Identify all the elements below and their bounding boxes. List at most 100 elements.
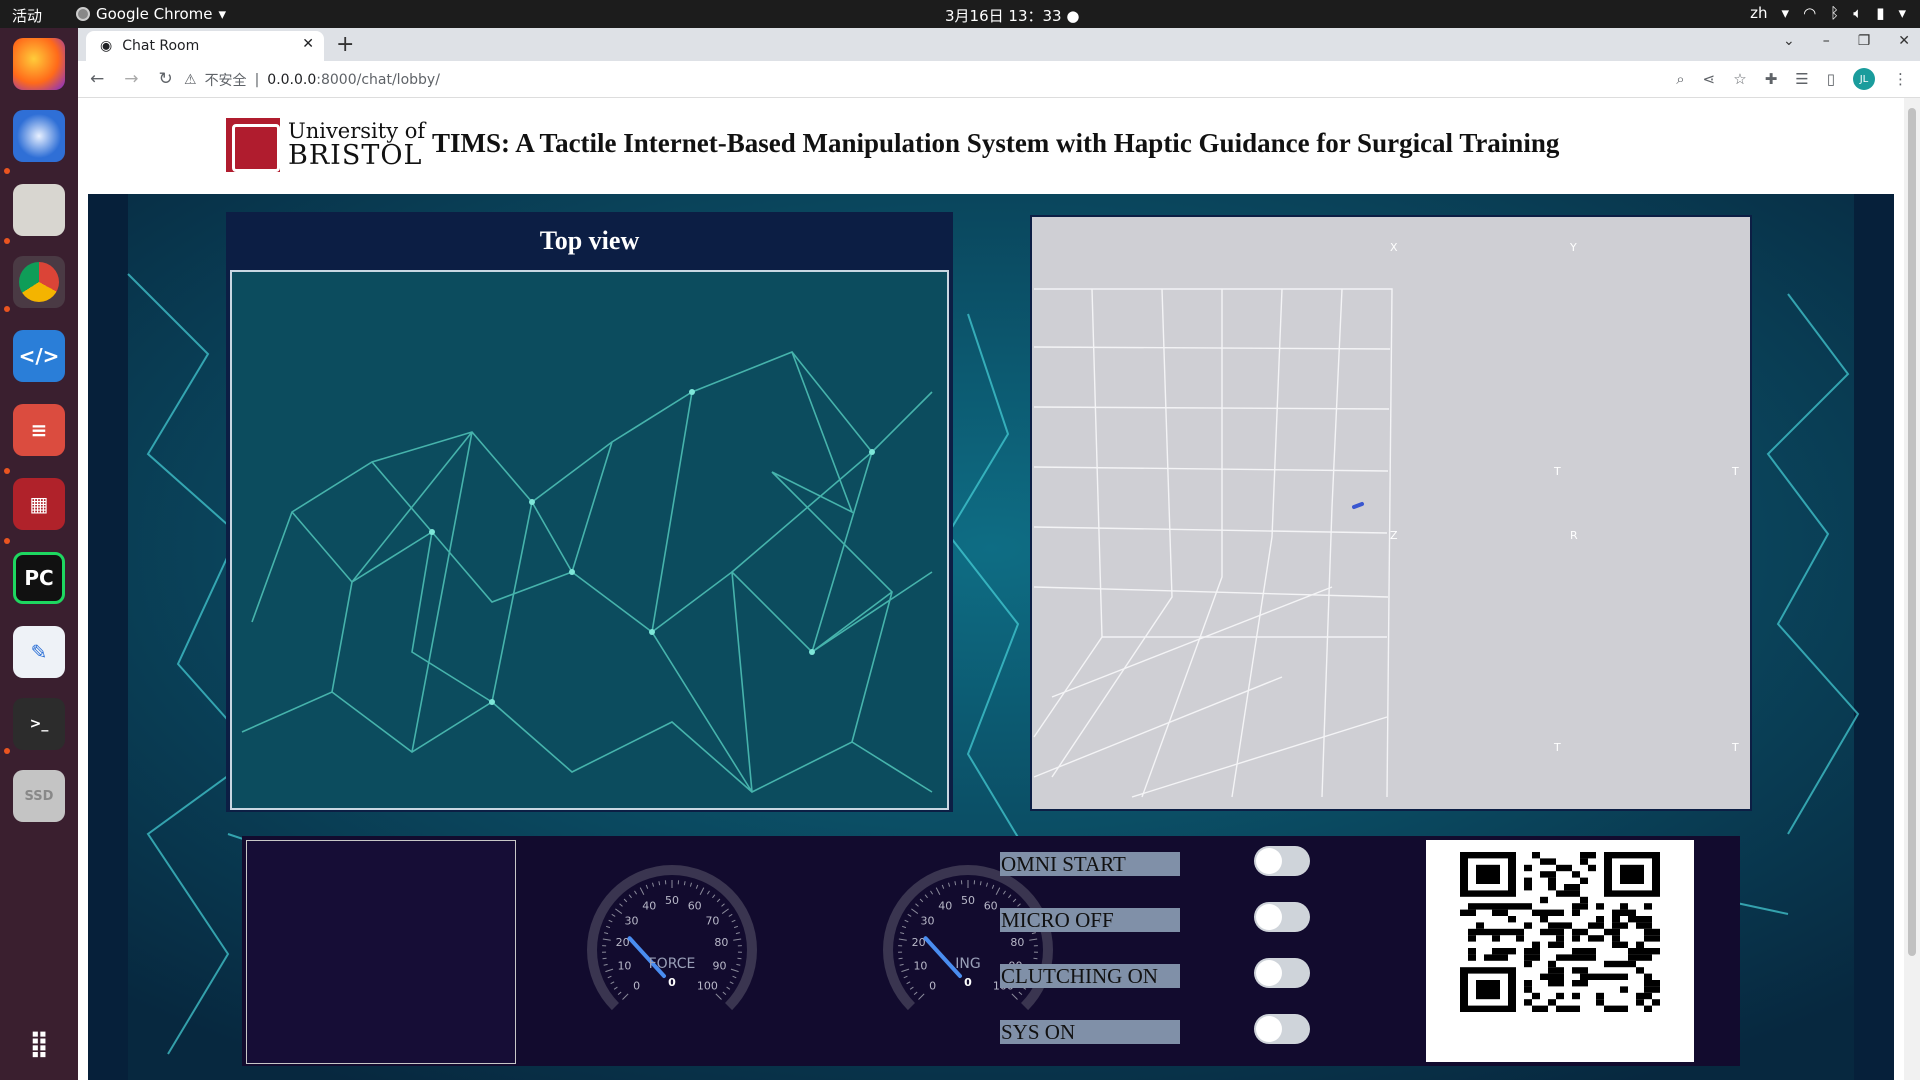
axis-label-t: T (1732, 741, 1739, 754)
gauge-tick (716, 898, 721, 903)
text-editor-icon[interactable]: ✎ (13, 626, 65, 678)
axis-label-t: T (1554, 465, 1561, 478)
scrollbar-thumb[interactable] (1908, 108, 1916, 956)
gauge-tick (1008, 894, 1012, 899)
system-top-bar: 活动 Google Chrome ▾ 3月16日 13：33 ● zh ▾ ◠ … (0, 0, 1920, 28)
clutching-on-toggle[interactable] (1254, 958, 1310, 988)
gauge-dial: 010203040 50 60708090100FORCE0 (587, 865, 757, 1011)
thunderbird-icon[interactable] (13, 110, 65, 162)
running-indicator (4, 468, 10, 474)
address-bar[interactable]: ⚠ 不安全 | 0.0.0.0:8000/chat/lobby/ (184, 66, 1744, 94)
activities-button[interactable]: 活动 (12, 5, 42, 26)
menu-icon[interactable]: ⋮ (1893, 70, 1908, 88)
extensions-icon[interactable]: ✚ (1765, 70, 1778, 88)
gauge-tick (619, 903, 623, 907)
chrome-dock-icon[interactable] (13, 256, 65, 308)
gauge-tick (899, 963, 904, 966)
sys-on-label: SYS ON (1000, 1020, 1180, 1044)
page-scrollbar[interactable] (1904, 98, 1920, 1080)
gauge-tick (954, 881, 957, 886)
restore-icon[interactable]: ❐ (1858, 33, 1871, 49)
gauge-tick (1011, 993, 1018, 1000)
gauge-tick (728, 913, 733, 917)
gauge-tick (995, 887, 1001, 895)
gauge-tick (985, 882, 989, 887)
network-image (232, 272, 947, 808)
reload-icon[interactable]: ↻ (159, 69, 173, 89)
micro-off-label: MICRO OFF (1000, 908, 1180, 932)
gauge-tick (979, 881, 982, 886)
tab-chat-room[interactable]: ◉ Chat Room ✕ (86, 31, 324, 61)
gauge-tick (615, 908, 623, 914)
gauge-tick (611, 913, 616, 917)
gauge-tick (901, 968, 910, 973)
divider: | (254, 72, 260, 88)
forward-icon[interactable]: → (124, 69, 138, 89)
url-host: 0.0.0.0 (267, 72, 317, 88)
system-tray[interactable]: zh ▾ ◠ ᛒ 🔈︎ ▮ ▾ (1750, 4, 1906, 22)
clock[interactable]: 3月16日 13：33 ● (945, 5, 1079, 26)
ssd-drive-icon[interactable]: SSD (13, 770, 65, 822)
3d-trajectory-plot[interactable]: X Y T T Z R T T (1030, 215, 1752, 811)
warning-icon[interactable]: ⚠ (184, 72, 197, 88)
chrome-icon (76, 7, 90, 21)
side-panel-icon[interactable]: ▯ (1827, 70, 1835, 88)
tab-title: Chat Room (122, 38, 200, 54)
axis-label-r: R (1570, 529, 1578, 542)
bookmark-star-icon[interactable]: ☆ (1733, 70, 1746, 88)
clock-label: 3月16日 13：33 (945, 7, 1062, 25)
gauge-tick (913, 991, 918, 996)
camera-image (246, 840, 516, 1064)
qr-code (1426, 840, 1694, 1062)
security-label: 不安全 (204, 73, 247, 89)
close-window-icon[interactable]: ✕ (1898, 33, 1910, 49)
gauge-tick (1002, 890, 1006, 895)
reading-list-icon[interactable]: ☰ (1795, 70, 1808, 88)
terminal-icon[interactable]: >_ (13, 698, 65, 750)
todoist-icon[interactable]: ≡ (13, 404, 65, 456)
gauge-tick-label: 50 (665, 894, 679, 907)
running-indicator (4, 538, 10, 544)
axis-label-t: T (1554, 741, 1561, 754)
back-icon[interactable]: ← (90, 69, 104, 89)
profile-avatar[interactable]: JL (1853, 68, 1875, 90)
gauge-label: FORCE (649, 956, 696, 972)
gauge-tick (651, 882, 655, 887)
gauge-tick (602, 957, 607, 960)
page-header: University of BRISTOL TIMS: A Tactile In… (78, 98, 1904, 194)
vscode-icon[interactable]: </> (13, 330, 65, 382)
gauge-tick (712, 894, 716, 899)
logo-line1: University of (288, 119, 426, 143)
gauge-tick (898, 957, 903, 960)
app-menu[interactable]: Google Chrome ▾ (76, 5, 226, 23)
gauge-tick-label: 20 (912, 936, 926, 949)
battery-icon: ▮ (1876, 4, 1885, 22)
university-logo[interactable]: University of BRISTOL (226, 118, 425, 172)
wifi-icon: ◠ (1803, 4, 1817, 22)
running-indicator (4, 238, 10, 244)
sys-on-toggle[interactable] (1254, 1014, 1310, 1044)
gauge-tick-label: 60 (984, 899, 998, 912)
gauge-tick (729, 981, 734, 985)
omni-start-toggle[interactable] (1254, 846, 1310, 876)
files-icon[interactable] (13, 184, 65, 236)
close-tab-icon[interactable]: ✕ (302, 36, 314, 52)
bluetooth-icon: ᛒ (1830, 4, 1840, 22)
pycharm-icon[interactable]: PC (13, 552, 65, 604)
tab-search-icon[interactable]: ⌄ (1783, 33, 1795, 49)
gauge-tick (1018, 991, 1023, 996)
zoom-icon[interactable]: ⌕ (1676, 70, 1684, 88)
micro-off-toggle[interactable] (1254, 902, 1310, 932)
gauge-tick (901, 925, 907, 929)
input-method-label[interactable]: zh (1750, 4, 1767, 22)
remmina-icon[interactable]: ▦ (13, 478, 65, 530)
gauge-tick-label: 10 (913, 959, 927, 972)
gauge-tick (699, 887, 705, 895)
minimize-icon[interactable]: – (1823, 33, 1830, 49)
new-tab-button[interactable]: + (336, 32, 354, 57)
gauge-tick (721, 903, 725, 907)
firefox-icon[interactable] (13, 38, 65, 90)
show-applications-icon[interactable]: ⣿ (13, 1018, 65, 1070)
axis-label-z: Z (1390, 529, 1398, 542)
share-icon[interactable]: ⋖ (1703, 70, 1716, 88)
